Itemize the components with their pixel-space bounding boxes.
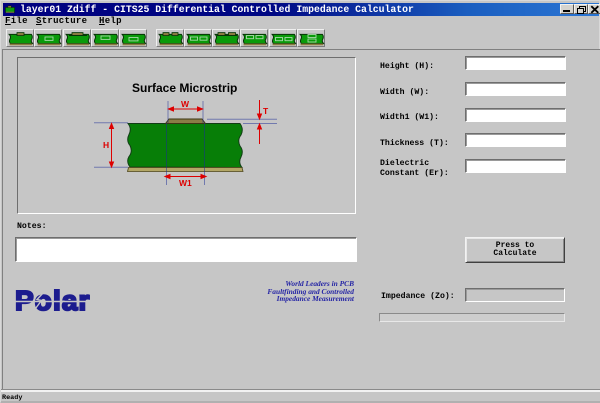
svg-text:W: W	[181, 99, 190, 109]
svg-text:H: H	[103, 140, 109, 150]
svg-text:Polar: Polar	[15, 285, 91, 315]
svg-text:W1: W1	[179, 178, 192, 188]
svg-text:T: T	[263, 106, 269, 116]
